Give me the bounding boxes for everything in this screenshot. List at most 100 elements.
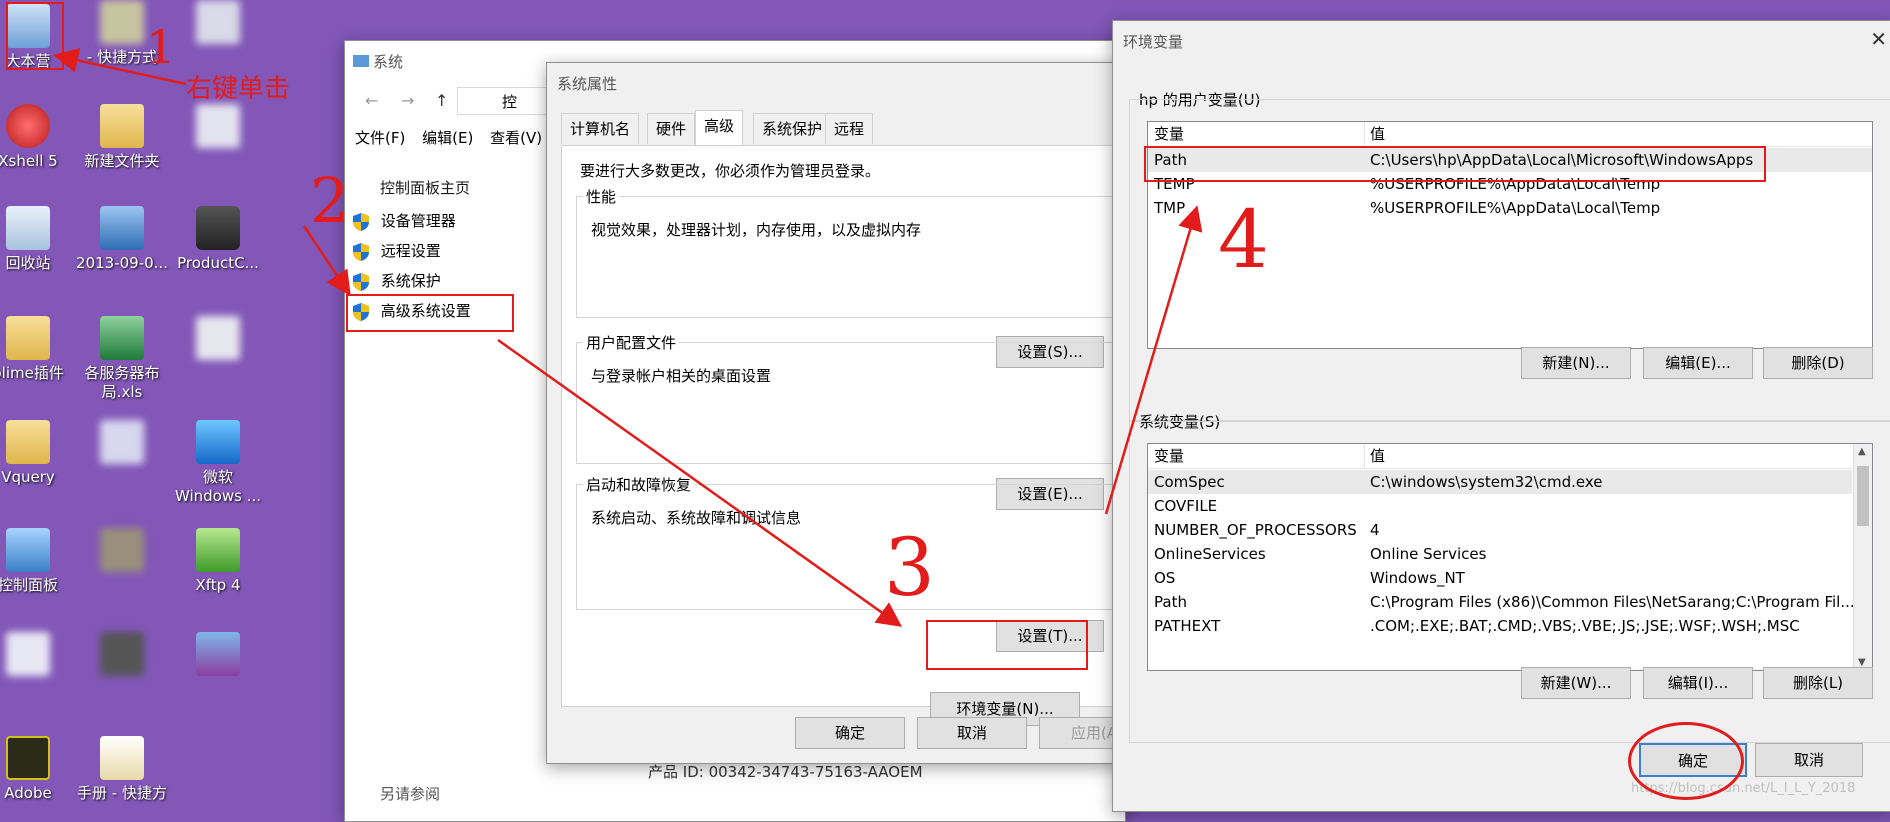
var-name: OS <box>1154 569 1176 587</box>
desktop-icon-label: 2013-09-0... <box>76 254 168 272</box>
blurred-icon <box>100 420 144 464</box>
desktop-icon-windows[interactable]: 微软Windows ... <box>172 420 264 506</box>
desktop-icon-label: Xftp 4 <box>195 576 241 594</box>
tab-computer-name[interactable]: 计算机名 <box>561 113 640 144</box>
user-edit-button[interactable]: 编辑(E)... <box>1643 347 1753 379</box>
desktop-icon-blurred[interactable] <box>76 420 168 468</box>
vertical-scrollbar[interactable]: ▲ ▼ <box>1853 444 1872 670</box>
table-row[interactable]: Path C:\Program Files (x86)\Common Files… <box>1148 590 1855 614</box>
desktop-icon-adobe[interactable]: Adobe <box>0 736 74 803</box>
uac-shield-icon <box>353 272 369 291</box>
user-delete-button[interactable]: 删除(D) <box>1763 347 1873 379</box>
desktop-icon-product[interactable]: ProductC... <box>172 206 264 273</box>
admin-note: 要进行大多数更改，你必须作为管理员登录。 <box>580 162 881 180</box>
column-header-value[interactable]: 值 <box>1370 444 1385 468</box>
column-header-value[interactable]: 值 <box>1370 122 1385 146</box>
desktop-icon-recycle-bin[interactable]: 回收站 <box>0 206 74 273</box>
folder-icon <box>100 104 144 148</box>
desktop-icon-sublime-plugin[interactable]: blime插件 <box>0 316 74 383</box>
desktop-icon-control-panel[interactable]: 控制面板 <box>0 528 74 595</box>
desktop-icon-label: 手册 - 快捷方 <box>77 784 167 802</box>
annotation-step-4: 4 <box>1218 193 1269 286</box>
desktop-icon-blurred[interactable] <box>172 104 264 152</box>
startup-recovery-group: 启动和故障恢复 系统启动、系统故障和调试信息 <box>576 474 1138 610</box>
sidebar-home-link[interactable]: 控制面板主页 <box>380 177 470 198</box>
var-value: Windows_NT <box>1370 569 1465 587</box>
var-value: Online Services <box>1370 545 1487 563</box>
desktop-icon-xshell[interactable]: Xshell 5 <box>0 104 74 171</box>
table-row[interactable]: COVFILE <box>1148 494 1852 518</box>
user-profile-desc: 与登录帐户相关的桌面设置 <box>591 367 772 385</box>
desktop-icon-winrar[interactable] <box>172 632 264 680</box>
column-header-variable[interactable]: 变量 <box>1154 122 1184 146</box>
sidebar-item-device-manager[interactable]: 设备管理器 <box>352 210 456 232</box>
desktop-icon-manual[interactable]: 手册 - 快捷方 <box>76 736 168 803</box>
scrollbar-thumb[interactable] <box>1857 466 1869 526</box>
highlight-advanced-settings <box>346 294 514 332</box>
performance-label: 性能 <box>583 186 620 207</box>
desktop-icon-vquery[interactable]: Vquery <box>0 420 74 487</box>
var-name: TMP <box>1154 199 1186 217</box>
up-arrow-icon[interactable]: ↑ <box>435 91 448 110</box>
desktop-icon-network[interactable]: 2013-09-0... <box>76 206 168 273</box>
user-new-button[interactable]: 新建(N)... <box>1521 347 1631 379</box>
desktop-icon-new-folder[interactable]: 新建文件夹 <box>76 104 168 171</box>
system-delete-button[interactable]: 删除(L) <box>1763 667 1873 699</box>
blurred-icon <box>100 632 144 676</box>
tab-advanced[interactable]: 高级 <box>695 110 744 145</box>
forward-arrow-icon[interactable]: → <box>401 91 414 110</box>
desktop-icon-label: 回收站 <box>5 254 51 272</box>
back-arrow-icon[interactable]: ← <box>365 91 378 110</box>
table-row[interactable]: NUMBER_OF_PROCESSORS 4 <box>1148 518 1852 542</box>
table-row[interactable]: ComSpec C:\windows\system32\cmd.exe <box>1148 470 1852 494</box>
cancel-button[interactable]: 取消 <box>917 717 1027 749</box>
blurred-icon <box>196 0 240 44</box>
table-row[interactable]: OS Windows_NT <box>1148 566 1852 590</box>
system-edit-button[interactable]: 编辑(I)... <box>1643 667 1753 699</box>
annotation-step-2: 2 <box>310 164 350 237</box>
var-value: .COM;.EXE;.BAT;.CMD;.VBS;.VBE;.JS;.JSE;.… <box>1370 617 1800 635</box>
startup-recovery-desc: 系统启动、系统故障和调试信息 <box>591 509 802 527</box>
cancel-button[interactable]: 取消 <box>1755 743 1863 777</box>
table-row[interactable]: PATHEXT .COM;.EXE;.BAT;.CMD;.VBS;.VBE;.J… <box>1148 614 1852 638</box>
tab-system-protection[interactable]: 系统保护 <box>753 113 832 144</box>
product-id: 产品 ID: 00342-34743-75163-AAOEM <box>648 763 923 781</box>
tab-hardware[interactable]: 硬件 <box>647 113 696 144</box>
desktop-icon-blurred[interactable] <box>172 316 264 364</box>
shortcut-icon <box>100 0 144 44</box>
sidebar-item-label: 系统保护 <box>380 272 441 290</box>
sidebar-item-remote-settings[interactable]: 远程设置 <box>352 240 441 262</box>
sublime-icon <box>196 206 240 250</box>
fireworks-icon <box>6 736 50 780</box>
desktop-icon-blurred[interactable] <box>0 632 74 680</box>
desktop-icon-blurred[interactable] <box>76 632 168 680</box>
close-icon[interactable]: ✕ <box>1870 27 1887 51</box>
desktop-icon-blurred[interactable] <box>172 0 264 48</box>
sidebar-item-system-protection[interactable]: 系统保护 <box>352 270 441 292</box>
blurred-icon <box>196 104 240 148</box>
table-row[interactable]: OnlineServices Online Services <box>1148 542 1852 566</box>
ok-button[interactable]: 确定 <box>795 717 905 749</box>
scroll-up-icon[interactable]: ▲ <box>1858 446 1866 457</box>
desktop-icon-blurred[interactable] <box>76 528 168 576</box>
var-name: NUMBER_OF_PROCESSORS <box>1154 521 1357 539</box>
folder-icon <box>6 316 50 360</box>
desktop-icon-excel[interactable]: 各服务器布局.xls <box>76 316 168 402</box>
table-header: 变量 值 <box>1148 444 1872 469</box>
column-header-variable[interactable]: 变量 <box>1154 444 1184 468</box>
tab-remote[interactable]: 远程 <box>825 113 874 144</box>
var-name: ComSpec <box>1154 473 1225 491</box>
blurred-icon <box>100 528 144 572</box>
menu-view[interactable]: 查看(V) <box>490 129 542 147</box>
desktop-icon-xftp[interactable]: Xftp 4 <box>172 528 264 595</box>
highlight-desktop-icon <box>6 2 64 70</box>
desktop-icon-label: Adobe <box>4 784 52 802</box>
window-title: 系统 <box>353 51 403 72</box>
computer-icon <box>353 55 369 67</box>
menu-file[interactable]: 文件(F) <box>355 129 405 147</box>
windows-logo-icon <box>196 420 240 464</box>
var-value: %USERPROFILE%\AppData\Local\Temp <box>1370 199 1661 217</box>
system-new-button[interactable]: 新建(W)... <box>1521 667 1631 699</box>
menu-edit[interactable]: 编辑(E) <box>422 129 473 147</box>
system-vars-table[interactable]: 变量 值 ComSpec C:\windows\system32\cmd.exe… <box>1147 443 1873 671</box>
